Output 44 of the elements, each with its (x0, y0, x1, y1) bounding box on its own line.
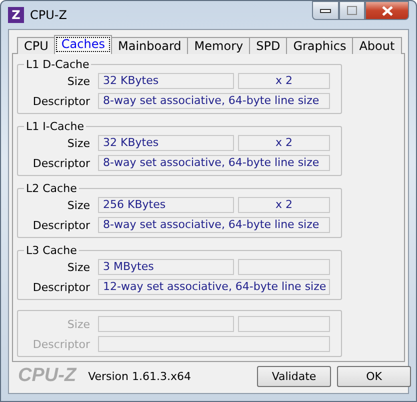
tab[interactable]: Memory (187, 37, 250, 54)
size-label: Size (66, 198, 91, 212)
close-button[interactable] (365, 1, 409, 20)
group-title: L1 D-Cache (25, 58, 90, 71)
size-label: Size (66, 136, 91, 150)
size-field: 3 MBytes (98, 259, 234, 275)
tab[interactable]: Caches (54, 35, 112, 54)
maximize-icon (347, 6, 357, 15)
size-field: 32 KBytes (98, 135, 234, 151)
size-label: Size (66, 318, 91, 330)
descriptor-field: 8-way set associative, 64-byte line size (98, 93, 330, 109)
count-field: x 2 (238, 135, 330, 151)
count-field: x 2 (238, 197, 330, 213)
version-text: Version 1.61.3.x64 (88, 370, 191, 382)
maximize-button[interactable] (339, 1, 365, 20)
descriptor-label: Descriptor (32, 338, 91, 350)
tab[interactable]: SPD (249, 37, 288, 54)
descriptor-label: Descriptor (32, 156, 91, 170)
minimize-icon (320, 8, 331, 12)
size-label: Size (66, 260, 91, 274)
descriptor-label: Descriptor (32, 94, 91, 108)
descriptor-field: 8-way set associative, 64-byte line size (98, 217, 330, 233)
tab[interactable]: About (352, 37, 402, 54)
tab[interactable]: Mainboard (110, 37, 188, 54)
window-icon: Z (8, 7, 24, 23)
size-field: 256 KBytes (98, 197, 234, 213)
close-icon (382, 6, 392, 16)
group-title: L1 I-Cache (25, 120, 86, 133)
tab[interactable]: Graphics (286, 37, 354, 54)
descriptor-field: 8-way set associative, 64-byte line size (98, 155, 330, 171)
tab[interactable]: CPU (17, 37, 56, 54)
group-title: L2 Cache (25, 182, 78, 195)
ok-button[interactable]: OK (337, 366, 411, 386)
count-field: x 2 (238, 73, 330, 89)
descriptor-label: Descriptor (32, 218, 91, 232)
size-field: 32 KBytes (98, 73, 234, 89)
validate-button[interactable]: Validate (257, 366, 331, 386)
minimize-button[interactable] (312, 1, 339, 20)
logo: CPU-Z (18, 365, 76, 387)
group-title: L3 Cache (25, 244, 78, 257)
window-title: CPU-Z (30, 8, 67, 22)
size-label: Size (66, 74, 91, 88)
descriptor-field: 12-way set associative, 64-byte line size (98, 279, 330, 295)
descriptor-label: Descriptor (32, 280, 91, 294)
